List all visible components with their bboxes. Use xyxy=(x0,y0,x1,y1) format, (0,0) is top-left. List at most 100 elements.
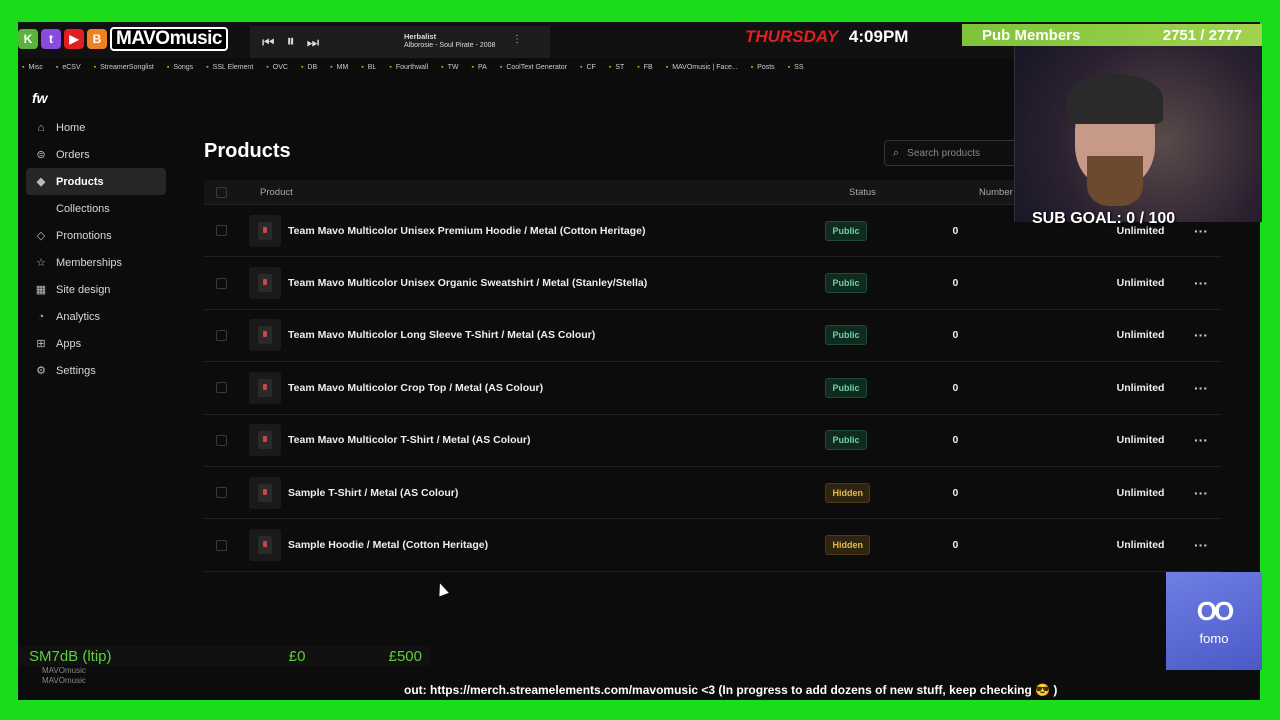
more-actions-icon[interactable]: ··· xyxy=(1164,485,1222,501)
bookmark-item[interactable]: MAVOmusic | Face... xyxy=(666,64,737,71)
column-product[interactable]: Product xyxy=(239,187,849,198)
row-checkbox[interactable] xyxy=(216,434,227,446)
sidebar-item-collections[interactable]: Collections xyxy=(26,195,166,222)
sidebar-item-label: Analytics xyxy=(56,310,101,323)
bookmark-item[interactable]: TW xyxy=(441,64,459,71)
product-thumbnail xyxy=(249,476,281,509)
bookmark-item[interactable]: CoolText Generator xyxy=(500,64,567,71)
clock-day: THURSDAY xyxy=(745,27,839,46)
more-actions-icon[interactable]: ··· xyxy=(1164,327,1222,343)
products-icon: ◆ xyxy=(36,176,46,188)
bookmark-item[interactable]: CF xyxy=(580,64,596,71)
product-name[interactable]: Team Mavo Multicolor Crop Top / Metal (A… xyxy=(288,382,825,394)
more-actions-icon[interactable]: ··· xyxy=(1164,380,1222,396)
select-all-checkbox[interactable] xyxy=(216,186,227,198)
more-icon[interactable]: ⋮ xyxy=(512,34,522,45)
tag-icon: ◇ xyxy=(36,230,46,242)
status-badge: Public xyxy=(825,377,867,398)
product-name[interactable]: Team Mavo Multicolor T-Shirt / Metal (AS… xyxy=(288,434,825,446)
b-icon: B xyxy=(87,29,107,49)
table-row[interactable]: Team Mavo Multicolor T-Shirt / Metal (AS… xyxy=(204,415,1222,467)
bookmark-item[interactable]: PA xyxy=(472,64,487,71)
track-artist: Alborosie - Soul Pirate - 2008 xyxy=(404,42,496,49)
bookmark-item[interactable]: Misc xyxy=(22,64,42,71)
sidebar-item-label: Settings xyxy=(56,364,96,377)
product-name[interactable]: Team Mavo Multicolor Long Sleeve T-Shirt… xyxy=(288,329,825,341)
tip-goal: SM7dB (ltip) £0 £500 xyxy=(18,646,430,666)
product-name[interactable]: Team Mavo Multicolor Unisex Premium Hood… xyxy=(288,225,825,237)
sub-goal: SUB GOAL: 0 / 100 xyxy=(1032,210,1176,227)
number-sold: 0 xyxy=(952,277,959,290)
table-row[interactable]: Sample T-Shirt / Metal (AS Colour) Hidden… xyxy=(204,467,1222,520)
sidebar-item-apps[interactable]: ⊞ Apps xyxy=(26,330,166,357)
star-icon: ☆ xyxy=(36,257,46,269)
status-cell: Hidden xyxy=(825,535,948,556)
sidebar-item-site-design[interactable]: ▦ Site design xyxy=(26,276,166,303)
pause-icon[interactable]: ⏸ xyxy=(287,33,295,51)
sidebar-item-products[interactable]: ◆ Products xyxy=(26,168,166,195)
row-checkbox[interactable] xyxy=(216,539,227,551)
bookmark-item[interactable]: ST xyxy=(609,64,624,71)
row-checkbox[interactable] xyxy=(216,487,227,499)
fomo-label: fomo xyxy=(1199,631,1229,646)
sidebar-item-label: Products xyxy=(56,175,104,188)
bookmark-item[interactable]: MM xyxy=(330,64,349,71)
track-title: Herbalist xyxy=(404,32,437,41)
sidebar-item-home[interactable]: ⌂ Home xyxy=(26,114,166,141)
status-cell: Public xyxy=(825,377,948,398)
bookmark-item[interactable]: eCSV xyxy=(56,64,80,71)
account-switcher[interactable]: MAVOmusic MAVOmusic xyxy=(42,666,86,686)
table-row[interactable]: Sample Hoodie / Metal (Cotton Heritage) H… xyxy=(204,519,1222,572)
music-player: ⏮ ⏸ ⏭ Herbalist Alborosie - Soul Pirate … xyxy=(250,26,550,58)
sidebar-item-promotions[interactable]: ◇ Promotions xyxy=(26,222,166,249)
previous-icon[interactable]: ⏮ xyxy=(262,34,275,51)
bookmark-item[interactable]: BL xyxy=(361,64,377,71)
bookmark-item[interactable]: Posts xyxy=(751,64,775,71)
sidebar-item-settings[interactable]: ⚙ Settings xyxy=(26,357,166,384)
table-row[interactable]: Team Mavo Multicolor Unisex Organic Swea… xyxy=(204,257,1222,310)
sidebar-item-analytics[interactable]: ◔ Analytics xyxy=(26,303,166,330)
clock: THURSDAY 4:09PM xyxy=(745,27,908,47)
row-checkbox[interactable] xyxy=(216,382,227,394)
status-cell: Public xyxy=(825,273,948,294)
sidebar: ⌂ Home ⊜ Orders ◆ Products Collections ◇ Promoti… xyxy=(26,114,166,384)
orders-icon: ⊜ xyxy=(36,149,46,161)
row-checkbox[interactable] xyxy=(216,277,227,289)
status-badge: Hidden xyxy=(825,482,870,503)
bookmark-item[interactable]: Fourthwall xyxy=(389,64,428,71)
bookmark-item[interactable]: OVC xyxy=(266,64,288,71)
sidebar-item-memberships[interactable]: ☆ Memberships xyxy=(26,249,166,276)
row-checkbox[interactable] xyxy=(216,329,227,341)
now-playing: Herbalist Alborosie - Soul Pirate - 2008 xyxy=(404,32,495,50)
more-actions-icon[interactable]: ··· xyxy=(1164,432,1222,448)
status-badge: Public xyxy=(825,220,867,241)
row-checkbox[interactable] xyxy=(216,225,227,237)
search-input[interactable]: Search products xyxy=(907,148,980,159)
status-cell: Hidden xyxy=(825,482,948,503)
product-name[interactable]: Team Mavo Multicolor Unisex Organic Swea… xyxy=(288,277,825,289)
bookmark-item[interactable]: Songs xyxy=(167,64,193,71)
tip-target: £500 xyxy=(388,647,422,665)
kick-icon: K xyxy=(18,29,38,49)
bookmark-item[interactable]: SS xyxy=(788,64,803,71)
product-name[interactable]: Sample T-Shirt / Metal (AS Colour) xyxy=(288,487,825,499)
next-icon[interactable]: ⏭ xyxy=(307,34,320,51)
more-actions-icon[interactable]: ··· xyxy=(1164,275,1222,291)
search-box[interactable]: ⌕ Search products xyxy=(884,140,1024,166)
table-row[interactable]: Team Mavo Multicolor Long Sleeve T-Shirt… xyxy=(204,310,1222,363)
column-status[interactable]: Status xyxy=(849,187,979,198)
bookmark-item[interactable]: DB xyxy=(301,64,317,71)
status-badge: Public xyxy=(825,430,867,451)
streamer-beanie xyxy=(1067,74,1163,124)
product-name[interactable]: Sample Hoodie / Metal (Cotton Heritage) xyxy=(288,539,825,551)
search-icon: ⌕ xyxy=(893,146,900,159)
sidebar-item-orders[interactable]: ⊜ Orders xyxy=(26,141,166,168)
more-actions-icon[interactable]: ··· xyxy=(1164,537,1222,553)
bookmark-item[interactable]: FB xyxy=(637,64,653,71)
table-row[interactable]: Team Mavo Multicolor Crop Top / Metal (A… xyxy=(204,362,1222,415)
bookmark-item[interactable]: StreamerSonglist xyxy=(94,64,154,71)
app-logo[interactable]: fw xyxy=(32,90,48,106)
inventory: Unlimited xyxy=(1116,434,1165,447)
youtube-icon: ▶ xyxy=(64,29,84,49)
bookmark-item[interactable]: SSL Element xyxy=(206,64,254,71)
